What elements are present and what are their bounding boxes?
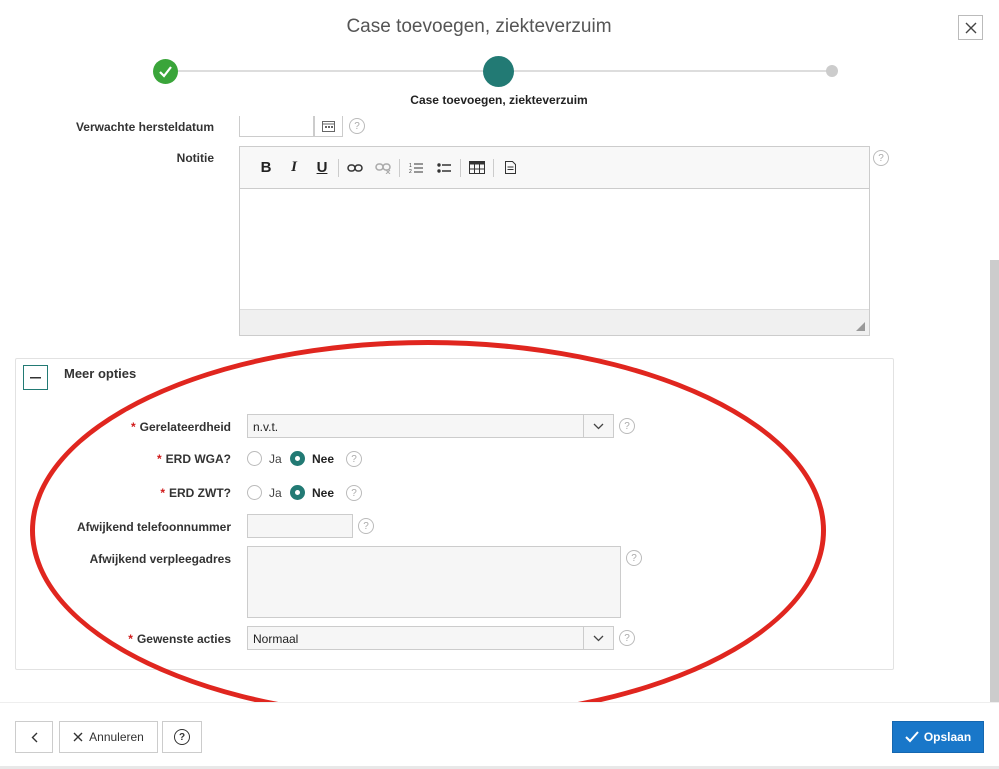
- help-icon[interactable]: ?: [873, 150, 889, 166]
- erd-zwt-radio-ja[interactable]: [247, 485, 262, 500]
- help-icon[interactable]: ?: [626, 550, 642, 566]
- wizard-step-next: [826, 65, 838, 77]
- toolbar-divider: [399, 158, 400, 177]
- help-icon[interactable]: ?: [619, 630, 635, 646]
- table-icon[interactable]: [463, 156, 491, 180]
- help-button[interactable]: ?: [162, 721, 202, 753]
- gewenste-acties-value: Normaal: [253, 632, 299, 646]
- erd-zwt-label-text: ERD ZWT?: [169, 486, 231, 500]
- cancel-button[interactable]: Annuleren: [59, 721, 158, 753]
- dialog-footer: Annuleren ? Opslaan: [0, 702, 999, 769]
- gewenste-acties-label-text: Gewenste acties: [136, 632, 231, 646]
- numbered-list-icon[interactable]: 12: [402, 156, 430, 180]
- toolbar-divider: [338, 158, 339, 177]
- chevron-down-icon: [583, 627, 613, 649]
- toolbar-divider: [493, 158, 494, 177]
- italic-icon[interactable]: I: [280, 156, 308, 180]
- calendar-button[interactable]: [314, 116, 343, 137]
- gerelateerdheid-label: * Gerelateerdheid: [131, 420, 231, 434]
- close-icon: [73, 732, 83, 742]
- checkmark-icon: [905, 731, 919, 743]
- required-marker: *: [128, 632, 133, 646]
- erd-zwt-ja-label: Ja: [269, 486, 282, 500]
- chevron-down-icon: [583, 415, 613, 437]
- help-icon[interactable]: ?: [358, 518, 374, 534]
- notitie-editor[interactable]: B I U 12: [239, 146, 870, 336]
- editor-statusbar: [240, 309, 869, 335]
- required-marker: *: [130, 420, 136, 434]
- notitie-label: Notitie: [176, 151, 214, 165]
- gerelateerdheid-value: n.v.t.: [253, 420, 279, 434]
- close-button[interactable]: [958, 15, 983, 40]
- help-icon: ?: [174, 729, 190, 745]
- telefoon-label: Afwijkend telefoonnummer: [76, 520, 231, 534]
- editor-content[interactable]: [240, 189, 869, 309]
- hersteldatum-label: Verwachte hersteldatum: [75, 120, 214, 134]
- verpleegadres-textarea[interactable]: [247, 546, 621, 618]
- save-label: Opslaan: [923, 730, 972, 744]
- verpleegadres-label: Afwijkend verpleegadres: [89, 552, 231, 566]
- checkmark-icon: [159, 66, 172, 78]
- close-icon: [965, 22, 976, 33]
- erd-zwt-nee-label: Nee: [312, 486, 335, 500]
- gerelateerdheid-select[interactable]: n.v.t.: [247, 414, 614, 438]
- toolbar-divider: [460, 158, 461, 177]
- gerelateerdheid-label-text: Gerelateerdheid: [139, 420, 231, 434]
- wizard-step-done: [153, 59, 178, 84]
- help-icon[interactable]: ?: [346, 485, 362, 501]
- save-button[interactable]: Opslaan: [892, 721, 984, 753]
- erd-zwt-radio-nee[interactable]: [290, 485, 305, 500]
- bold-icon[interactable]: B: [252, 156, 280, 180]
- panel-title: Meer opties: [64, 366, 137, 381]
- collapse-button[interactable]: [23, 365, 48, 390]
- dialog-title: Case toevoegen, ziekteverzuim: [346, 16, 612, 37]
- bulleted-list-icon[interactable]: [430, 156, 458, 180]
- minus-icon: [30, 376, 41, 378]
- meer-opties-panel: Meer opties * Gerelateerdheid n.v.t. ? * E…: [15, 358, 894, 670]
- gewenste-acties-select[interactable]: Normaal: [247, 626, 614, 650]
- telefoon-input[interactable]: [247, 514, 353, 538]
- resize-handle-icon[interactable]: [856, 322, 865, 331]
- help-icon[interactable]: ?: [619, 418, 635, 434]
- erd-wga-radio-ja[interactable]: [247, 451, 262, 466]
- wizard-step-current: [483, 56, 514, 87]
- document-icon[interactable]: [496, 156, 524, 180]
- scrollbar[interactable]: [990, 260, 999, 702]
- back-button[interactable]: [15, 721, 53, 753]
- required-marker: *: [160, 486, 165, 500]
- erd-wga-label-text: ERD WGA?: [165, 452, 231, 466]
- erd-wga-ja-label: Ja: [269, 452, 282, 466]
- erd-wga-label: * ERD WGA?: [157, 452, 231, 466]
- chevron-left-icon: [31, 732, 37, 742]
- erd-wga-nee-label: Nee: [312, 452, 335, 466]
- cancel-label: Annuleren: [89, 730, 144, 744]
- svg-text:2: 2: [409, 169, 412, 174]
- wizard-step-label: Case toevoegen, ziekteverzuim: [410, 93, 588, 107]
- gewenste-acties-label: * Gewenste acties: [128, 632, 231, 646]
- editor-toolbar: B I U 12: [240, 147, 869, 189]
- erd-wga-radio-nee[interactable]: [290, 451, 305, 466]
- help-icon[interactable]: ?: [349, 118, 365, 134]
- unlink-icon[interactable]: [369, 156, 397, 180]
- link-icon[interactable]: [341, 156, 369, 180]
- required-marker: *: [157, 452, 162, 466]
- hersteldatum-input[interactable]: [239, 116, 314, 137]
- calendar-icon: [322, 120, 335, 132]
- help-icon[interactable]: ?: [346, 451, 362, 467]
- erd-zwt-label: * ERD ZWT?: [160, 486, 231, 500]
- form-scroll-area[interactable]: Verwachte hersteldatum ? Notitie B I U 1…: [0, 116, 990, 702]
- underline-icon[interactable]: U: [308, 156, 336, 180]
